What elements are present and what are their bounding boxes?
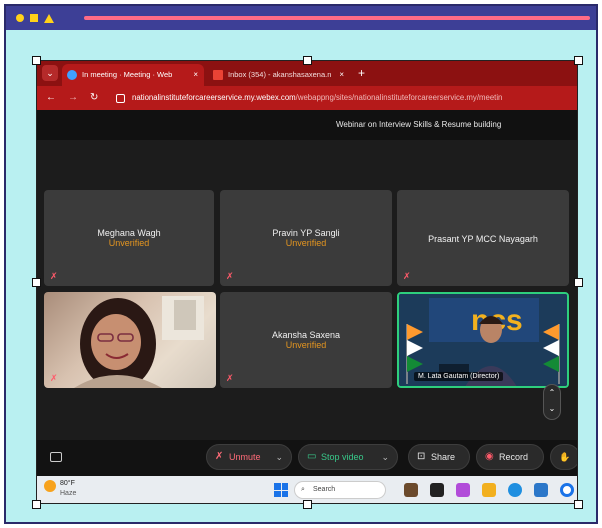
title-line-decoration <box>84 16 590 20</box>
resize-handle[interactable] <box>303 500 312 509</box>
weather-temp: 80°F <box>60 480 75 487</box>
record-button[interactable]: ◉ Record <box>476 444 544 470</box>
screenshot-area: ⌄ In meeting · Meeting · Web × Inbox (35… <box>36 60 578 504</box>
record-icon: ◉ <box>485 451 494 462</box>
participant-tile-meghana[interactable]: Meghana Wagh Unverified ✗ <box>44 190 214 286</box>
resize-handle[interactable] <box>32 278 41 287</box>
chrome-icon[interactable] <box>560 483 574 497</box>
edge-icon[interactable] <box>508 483 522 497</box>
chevron-down-icon[interactable]: ⌄ <box>544 401 560 417</box>
url-field[interactable]: nationalinstituteforcareerservice.my.web… <box>132 90 502 106</box>
meeting-title: Webinar on Interview Skills & Resume bui… <box>336 120 502 129</box>
unverified-badge: Unverified <box>108 238 150 248</box>
taskbar-app-icon[interactable] <box>404 483 418 497</box>
resize-handle[interactable] <box>574 500 583 509</box>
meeting-controls: ✗ Unmute ⌄ ▭ Stop video ⌄ ⊡ Share ◉ Reco… <box>36 440 578 476</box>
tab-close-icon[interactable]: × <box>193 64 198 86</box>
mic-muted-icon: ✗ <box>50 271 58 281</box>
chevron-down-icon[interactable]: ⌄ <box>381 445 389 469</box>
back-icon[interactable]: ← <box>46 90 56 106</box>
participant-video-webcam[interactable]: ✗ <box>44 292 216 388</box>
circle-icon <box>16 14 24 22</box>
taskbar-app-icon[interactable] <box>430 483 444 497</box>
address-bar: ← → ↻ nationalinstituteforcareerservice.… <box>36 86 578 110</box>
taskbar-app-icon[interactable] <box>456 483 470 497</box>
tab-close-icon[interactable]: × <box>339 64 344 86</box>
mic-off-icon: ✗ <box>215 451 224 462</box>
resize-handle[interactable] <box>32 500 41 509</box>
mic-muted-icon: ✗ <box>226 271 234 281</box>
weather-icon[interactable] <box>44 480 56 492</box>
presenter-name-label: M. Lata Gautam (Director) <box>414 372 504 381</box>
resize-handle[interactable] <box>574 56 583 65</box>
triangle-icon <box>44 14 54 23</box>
mic-muted-icon: ✗ <box>50 373 58 383</box>
frame-titlebar <box>6 6 596 30</box>
tab-webex-meeting[interactable]: In meeting · Meeting · Web × <box>62 64 204 86</box>
forward-icon[interactable]: → <box>68 90 78 106</box>
file-explorer-icon[interactable] <box>482 483 496 497</box>
unverified-badge: Unverified <box>285 340 327 350</box>
participant-tile-akansha[interactable]: Akansha Saxena Unverified ✗ <box>220 292 392 388</box>
new-tab-button[interactable]: + <box>358 64 365 82</box>
webcam-person-image <box>74 296 204 388</box>
search-icon: ⌕ <box>301 486 305 493</box>
mic-muted-icon: ✗ <box>226 373 234 383</box>
square-icon <box>30 14 38 22</box>
unmute-button[interactable]: ✗ Unmute ⌄ <box>206 444 292 470</box>
tile-scroll-control[interactable]: ⌃ ⌄ <box>543 384 561 420</box>
participant-name: Pravin YP Sangli <box>272 228 340 238</box>
chat-icon[interactable] <box>50 452 62 462</box>
webex-icon <box>67 70 77 80</box>
unverified-badge: Unverified <box>285 238 327 248</box>
participant-video-presenter[interactable]: ncs M. Lata Gautam (Director) <box>397 292 569 388</box>
participant-tile-prasant[interactable]: Prasant YP MCC Nayagarh ✗ <box>397 190 569 286</box>
share-screen-icon: ⊡ <box>417 451 426 462</box>
mic-muted-icon: ✗ <box>403 271 411 281</box>
windows-start-icon[interactable] <box>274 483 288 497</box>
meeting-header: Webinar on Interview Skills & Resume bui… <box>36 110 578 140</box>
stop-video-button[interactable]: ▭ Stop video ⌄ <box>298 444 398 470</box>
tab-gmail-inbox[interactable]: Inbox (354) - akanshasaxena.n × <box>208 64 350 86</box>
resize-handle[interactable] <box>32 56 41 65</box>
raise-hand-icon: ✋ <box>559 452 571 462</box>
gmail-icon <box>213 70 223 80</box>
participant-name: Prasant YP MCC Nayagarh <box>428 234 538 244</box>
site-info-icon[interactable] <box>116 94 125 103</box>
weather-desc: Haze <box>60 490 77 497</box>
taskbar-app-icon[interactable] <box>534 483 548 497</box>
chevron-down-icon[interactable]: ⌄ <box>275 445 283 469</box>
resize-handle[interactable] <box>574 278 583 287</box>
reload-icon[interactable]: ↻ <box>90 90 98 106</box>
participant-name: Akansha Saxena <box>271 330 341 340</box>
taskbar-search[interactable]: ⌕ Search <box>294 481 386 499</box>
participant-tile-pravin[interactable]: Pravin YP Sangli Unverified ✗ <box>220 190 392 286</box>
share-button[interactable]: ⊡ Share <box>408 444 470 470</box>
participant-name: Meghana Wagh <box>97 228 161 238</box>
camera-icon: ▭ <box>307 451 317 462</box>
tab-search-button[interactable]: ⌄ <box>42 65 58 81</box>
hand-button[interactable]: ✋ <box>550 444 578 470</box>
resize-handle[interactable] <box>303 56 312 65</box>
chevron-up-icon[interactable]: ⌃ <box>544 385 560 401</box>
